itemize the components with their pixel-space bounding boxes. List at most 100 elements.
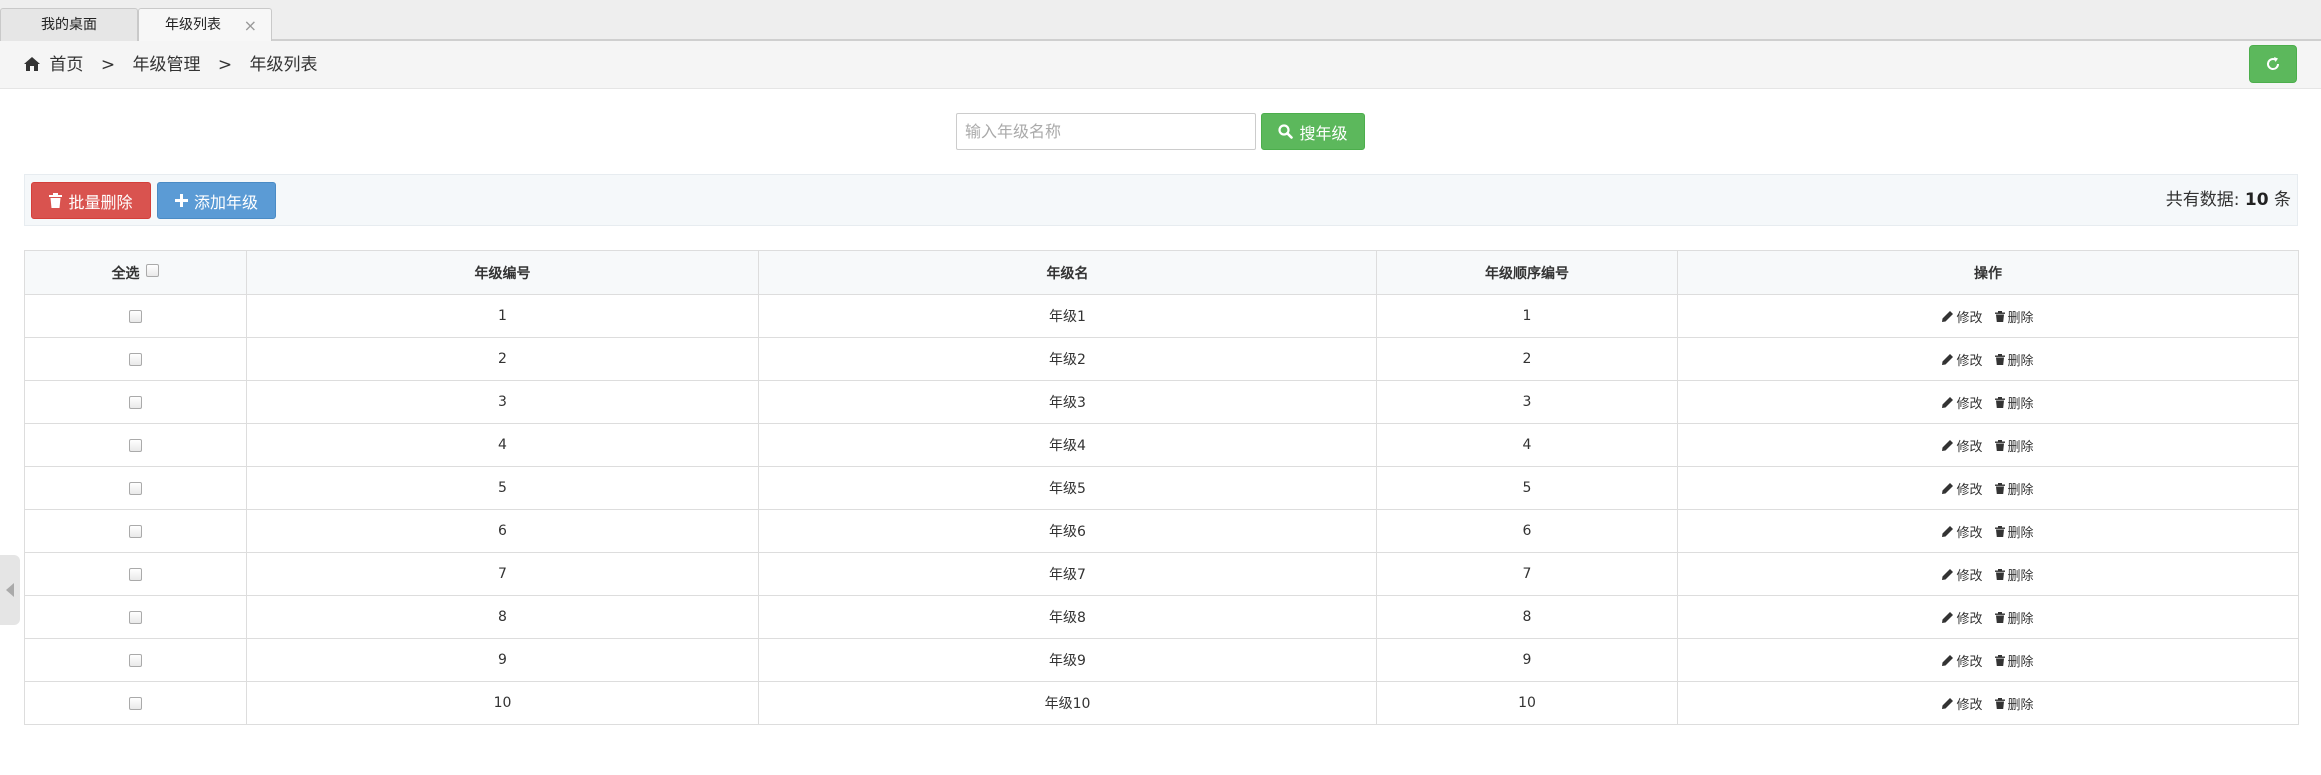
delete-button[interactable]: 删除 (1994, 350, 2034, 369)
operations-cell: 修改 删除 (1677, 294, 2299, 338)
operations-cell: 修改 删除 (1677, 423, 2299, 467)
grade-name-cell: 年级4 (758, 423, 1377, 467)
total-number: 10 (2244, 190, 2269, 210)
trash-icon (1994, 396, 2005, 408)
row-checkbox[interactable] (129, 352, 142, 366)
row-checkbox[interactable] (129, 524, 142, 538)
edit-button[interactable]: 修改 (1942, 393, 1983, 412)
grade-no-cell: 9 (246, 638, 759, 682)
edit-button[interactable]: 修改 (1942, 307, 1983, 326)
order-no-header: 年级顺序编号 (1376, 250, 1678, 295)
delete-label: 删除 (2007, 396, 2034, 412)
delete-button[interactable]: 删除 (1994, 694, 2034, 713)
operations-cell: 修改 删除 (1677, 595, 2299, 639)
edit-button[interactable]: 修改 (1942, 479, 1983, 498)
grade-name-cell: 年级9 (758, 638, 1377, 682)
grade-table: 全选 年级编号 年级名 年级顺序编号 操作 1 年级1 1 修改 删除 2 年级2 2 修改 删除… (24, 250, 2299, 725)
operations-cell: 修改 删除 (1677, 552, 2299, 596)
grade-no-cell: 4 (246, 423, 759, 467)
row-select-cell (24, 294, 247, 338)
order-no-cell: 8 (1376, 595, 1678, 639)
edit-label: 修改 (1956, 439, 1983, 455)
table-body: 1 年级1 1 修改 删除 2 年级2 2 修改 删除 3 年级3 3 修改 删除 4 年级4 4 修改 删除 5 年级5… (24, 294, 2299, 725)
edit-label: 修改 (1956, 482, 1983, 498)
breadcrumb-home[interactable]: 首页 (49, 55, 83, 75)
total-count: 共有数据: 10 条 (2166, 175, 2291, 225)
delete-button[interactable]: 删除 (1994, 651, 2034, 670)
row-checkbox[interactable] (129, 481, 142, 495)
select-all-header: 全选 (24, 250, 247, 295)
row-select-cell (24, 380, 247, 424)
search-button-label: 搜年级 (1299, 123, 1348, 143)
edit-button[interactable]: 修改 (1942, 694, 1983, 713)
delete-label: 删除 (2007, 568, 2034, 584)
edit-button[interactable]: 修改 (1942, 522, 1983, 541)
edit-label: 修改 (1956, 697, 1983, 713)
search-input[interactable] (956, 113, 1256, 150)
edit-label: 修改 (1956, 568, 1983, 584)
row-checkbox[interactable] (129, 309, 142, 323)
operations-cell: 修改 删除 (1677, 638, 2299, 682)
row-checkbox[interactable] (129, 438, 142, 452)
order-no-cell: 4 (1376, 423, 1678, 467)
breadcrumb-separator: > (217, 55, 233, 75)
grade-no-cell: 1 (246, 294, 759, 338)
trash-icon (1994, 525, 2005, 537)
grade-name-cell: 年级6 (758, 509, 1377, 553)
grade-name-cell: 年级10 (758, 681, 1377, 725)
row-checkbox[interactable] (129, 653, 142, 667)
order-no-cell: 3 (1376, 380, 1678, 424)
chevron-left-icon (6, 583, 14, 597)
grade-name-cell: 年级2 (758, 337, 1377, 381)
row-checkbox[interactable] (129, 395, 142, 409)
sidebar-toggle-button[interactable] (0, 555, 20, 625)
edit-label: 修改 (1956, 310, 1983, 326)
operations-cell: 修改 删除 (1677, 337, 2299, 381)
edit-button[interactable]: 修改 (1942, 608, 1983, 627)
delete-button[interactable]: 删除 (1994, 436, 2034, 455)
close-icon[interactable]: × (244, 9, 257, 42)
pencil-icon (1942, 611, 1954, 623)
delete-button[interactable]: 删除 (1994, 479, 2034, 498)
row-checkbox[interactable] (129, 696, 142, 710)
operations-cell: 修改 删除 (1677, 380, 2299, 424)
delete-button[interactable]: 删除 (1994, 565, 2034, 584)
grade-no-cell: 7 (246, 552, 759, 596)
order-no-cell: 9 (1376, 638, 1678, 682)
delete-label: 删除 (2007, 310, 2034, 326)
edit-label: 修改 (1956, 654, 1983, 670)
tab-grade-list[interactable]: 年级列表 × (138, 8, 272, 42)
delete-button[interactable]: 删除 (1994, 393, 2034, 412)
edit-label: 修改 (1956, 396, 1983, 412)
pencil-icon (1942, 525, 1954, 537)
order-no-cell: 6 (1376, 509, 1678, 553)
grade-no-cell: 3 (246, 380, 759, 424)
refresh-button[interactable] (2249, 45, 2297, 83)
tab-my-desktop[interactable]: 我的桌面 (0, 8, 138, 41)
breadcrumb-separator: > (100, 55, 116, 75)
breadcrumb-grade-management[interactable]: 年级管理 (132, 55, 200, 75)
delete-button[interactable]: 删除 (1994, 522, 2034, 541)
batch-delete-button[interactable]: 批量删除 (31, 182, 151, 219)
edit-button[interactable]: 修改 (1942, 350, 1983, 369)
edit-button[interactable]: 修改 (1942, 436, 1983, 455)
grade-name-cell: 年级3 (758, 380, 1377, 424)
edit-button[interactable]: 修改 (1942, 651, 1983, 670)
add-grade-button[interactable]: 添加年级 (157, 182, 276, 219)
row-checkbox[interactable] (129, 567, 142, 581)
table-row: 6 年级6 6 修改 删除 (24, 509, 2299, 553)
row-select-cell (24, 681, 247, 725)
row-checkbox[interactable] (129, 610, 142, 624)
grade-no-header: 年级编号 (246, 250, 759, 295)
operations-cell: 修改 删除 (1677, 509, 2299, 553)
select-all-checkbox[interactable] (146, 263, 160, 277)
order-no-cell: 7 (1376, 552, 1678, 596)
search-button[interactable]: 搜年级 (1261, 113, 1365, 150)
delete-button[interactable]: 删除 (1994, 307, 2034, 326)
edit-label: 修改 (1956, 611, 1983, 627)
delete-button[interactable]: 删除 (1994, 608, 2034, 627)
row-select-cell (24, 423, 247, 467)
row-select-cell (24, 509, 247, 553)
edit-button[interactable]: 修改 (1942, 565, 1983, 584)
pencil-icon (1942, 310, 1954, 322)
